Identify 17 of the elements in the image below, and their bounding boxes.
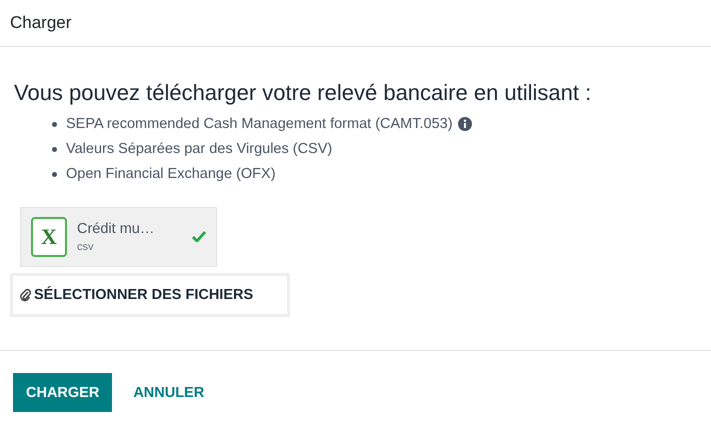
info-icon[interactable] xyxy=(458,117,472,132)
cancel-button[interactable]: ANNULER xyxy=(120,373,218,412)
bullet-icon xyxy=(52,172,57,177)
spreadsheet-file-icon: X xyxy=(31,216,67,257)
attachment-card[interactable]: X Crédit mu… csv xyxy=(20,206,217,267)
format-item: Valeurs Séparées par des Virgules (CSV) xyxy=(66,140,332,159)
format-item: Open Financial Exchange (OFX) xyxy=(66,164,276,184)
format-item: SEPA recommended Cash Management format (CAMT.053) xyxy=(66,114,453,134)
bullet-icon xyxy=(52,122,57,127)
bullet-icon xyxy=(52,146,57,152)
file-name: Crédit mu… xyxy=(77,220,156,237)
select-files-button[interactable]: SÉLECTIONNER DES FICHIERS xyxy=(10,272,290,317)
upload-button[interactable]: CHARGER xyxy=(13,373,112,412)
heading: Vous pouvez télécharger votre relevé bancaire en utilisant : xyxy=(14,80,592,106)
dialog-title: Charger xyxy=(10,12,72,33)
paperclip-icon xyxy=(19,287,31,302)
file-extension: csv xyxy=(77,240,94,253)
